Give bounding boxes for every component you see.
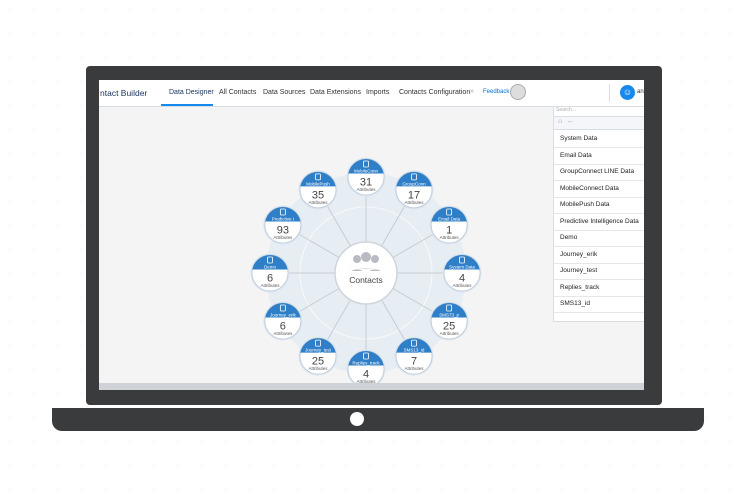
data-set-list-item[interactable]: MobileConnect Data: [554, 181, 644, 198]
data-set-label: MobilePush Data: [560, 201, 610, 208]
node-label: MobilePush: [306, 181, 330, 186]
data-set-node[interactable]: System Data4Attributes: [442, 253, 482, 293]
data-set-label: Journey_test: [560, 267, 598, 274]
data-set-list-item[interactable]: SMS13_id: [554, 296, 644, 313]
feedback-avatar-icon[interactable]: [510, 84, 526, 100]
data-set-label: SMS13_id: [560, 300, 590, 307]
data-set-list-item[interactable]: Journey_test: [554, 263, 644, 280]
node-label: System Data: [449, 264, 475, 269]
data-set-list-item[interactable]: GroupConnect LINE Data: [554, 164, 644, 181]
node-attributes-label: Attributes: [404, 366, 424, 371]
data-set-list-item[interactable]: Email Data: [554, 148, 644, 165]
data-set-label: Replies_track: [560, 283, 600, 291]
node-attributes-label: Attributes: [308, 200, 328, 205]
data-set-node[interactable]: Demo6Attributes: [250, 253, 290, 293]
node-label: Email Data: [438, 216, 461, 221]
nav-divider: [609, 84, 610, 102]
node-label: Journey_test: [305, 348, 332, 353]
user-avatar-icon[interactable]: ☺: [620, 85, 635, 100]
tab-data-designer[interactable]: Data Designer: [169, 89, 214, 96]
data-set-node[interactable]: MobilePush35Attributes: [298, 170, 338, 210]
tab-all-contacts[interactable]: All Contacts: [219, 89, 256, 96]
node-attributes-label: Attributes: [356, 187, 376, 192]
node-attributes-label: Attributes: [260, 283, 280, 288]
laptop-screen: Contacts MobileConn 31 Attributes GroupConn 1…: [99, 80, 644, 390]
node-attributes-label: Attributes: [452, 283, 472, 288]
node-label: Predictive I: [272, 216, 294, 221]
home-icon[interactable]: ⌂: [558, 118, 562, 125]
horizontal-scrollbar[interactable]: [99, 383, 644, 390]
data-set-node[interactable]: SMS73_p25Attributes: [429, 301, 469, 341]
data-set-label: Email Data: [560, 151, 592, 159]
node-attributes-label: Attributes: [404, 200, 424, 205]
node-label: MobileConn: [354, 168, 379, 173]
data-set-node[interactable]: GroupConn17Attributes: [394, 170, 434, 210]
data-set-node[interactable]: Predictive I93Attributes: [263, 205, 303, 245]
panel-toolbar: ⌂ ←: [554, 116, 644, 130]
node-attributes-label: Attributes: [440, 235, 460, 240]
node-attributes-label: Attributes: [308, 366, 328, 371]
node-label: GroupConn: [402, 181, 426, 186]
node-attributes-label: Attributes: [440, 331, 460, 336]
node-label: SMS73_p: [439, 312, 459, 317]
tab-contacts-configuration[interactable]: Contacts Configuration: [399, 89, 470, 96]
tab-imports[interactable]: Imports: [366, 89, 389, 96]
data-set-label: System Data: [560, 135, 598, 142]
node-label: SMS13_id: [404, 348, 425, 353]
data-set-list-item[interactable]: Demo: [554, 230, 644, 247]
top-navigation: ntact Builder Data Designer All Contacts…: [99, 80, 644, 107]
data-set-node[interactable]: Journey_test25Attributes: [298, 336, 338, 376]
data-set-label: GroupConnect LINE Data: [560, 168, 635, 175]
laptop-trackpad-dot: [350, 412, 364, 426]
node-attributes-label: Attributes: [273, 331, 293, 336]
feedback-link[interactable]: Feedback: [483, 89, 509, 95]
nav-more-chevron-icon[interactable]: »: [470, 88, 474, 95]
data-set-list-item[interactable]: Predictive Intelligence Data: [554, 214, 644, 231]
data-set-node[interactable]: Email Data1Attributes: [429, 205, 469, 245]
data-set-node[interactable]: SMS13_id7Attributes: [394, 336, 434, 376]
data-sets-panel: Search... ⌂ ← System Data Email Data Group…: [553, 107, 644, 322]
data-set-label: Demo: [560, 234, 578, 241]
node-label: Replies_track: [352, 360, 380, 365]
data-set-list-item[interactable]: System Data: [554, 131, 644, 148]
data-set-label: MobileConnect Data: [560, 184, 619, 192]
active-tab-indicator: [161, 104, 213, 106]
back-arrow-icon[interactable]: ←: [567, 118, 574, 125]
data-set-list-item[interactable]: MobilePush Data: [554, 197, 644, 214]
user-name[interactable]: an: [637, 89, 644, 95]
app-title: ntact Builder: [100, 88, 148, 98]
laptop-base: [52, 408, 704, 431]
data-model-diagram: Contacts MobileConn31AttributesGroupConn1…: [250, 157, 482, 389]
data-set-node[interactable]: Journey_erik6Attributes: [263, 301, 303, 341]
data-set-list-item[interactable]: Replies_track: [554, 280, 644, 297]
panel-search-input[interactable]: Search...: [556, 107, 576, 113]
data-set-label: Journey_erik: [560, 250, 598, 258]
tab-data-extensions[interactable]: Data Extensions: [310, 89, 361, 96]
contacts-center-node[interactable]: [334, 241, 398, 305]
data-set-list-item[interactable]: Journey_erik: [554, 247, 644, 264]
data-set-node[interactable]: MobileConn31Attributes: [346, 157, 386, 197]
node-label: Journey_erik: [270, 312, 297, 317]
node-attributes-label: Attributes: [273, 235, 293, 240]
tab-data-sources[interactable]: Data Sources: [263, 89, 305, 96]
contacts-label: Contacts: [349, 275, 383, 285]
node-label: Demo: [264, 264, 277, 269]
data-set-label: Predictive Intelligence Data: [560, 217, 639, 225]
